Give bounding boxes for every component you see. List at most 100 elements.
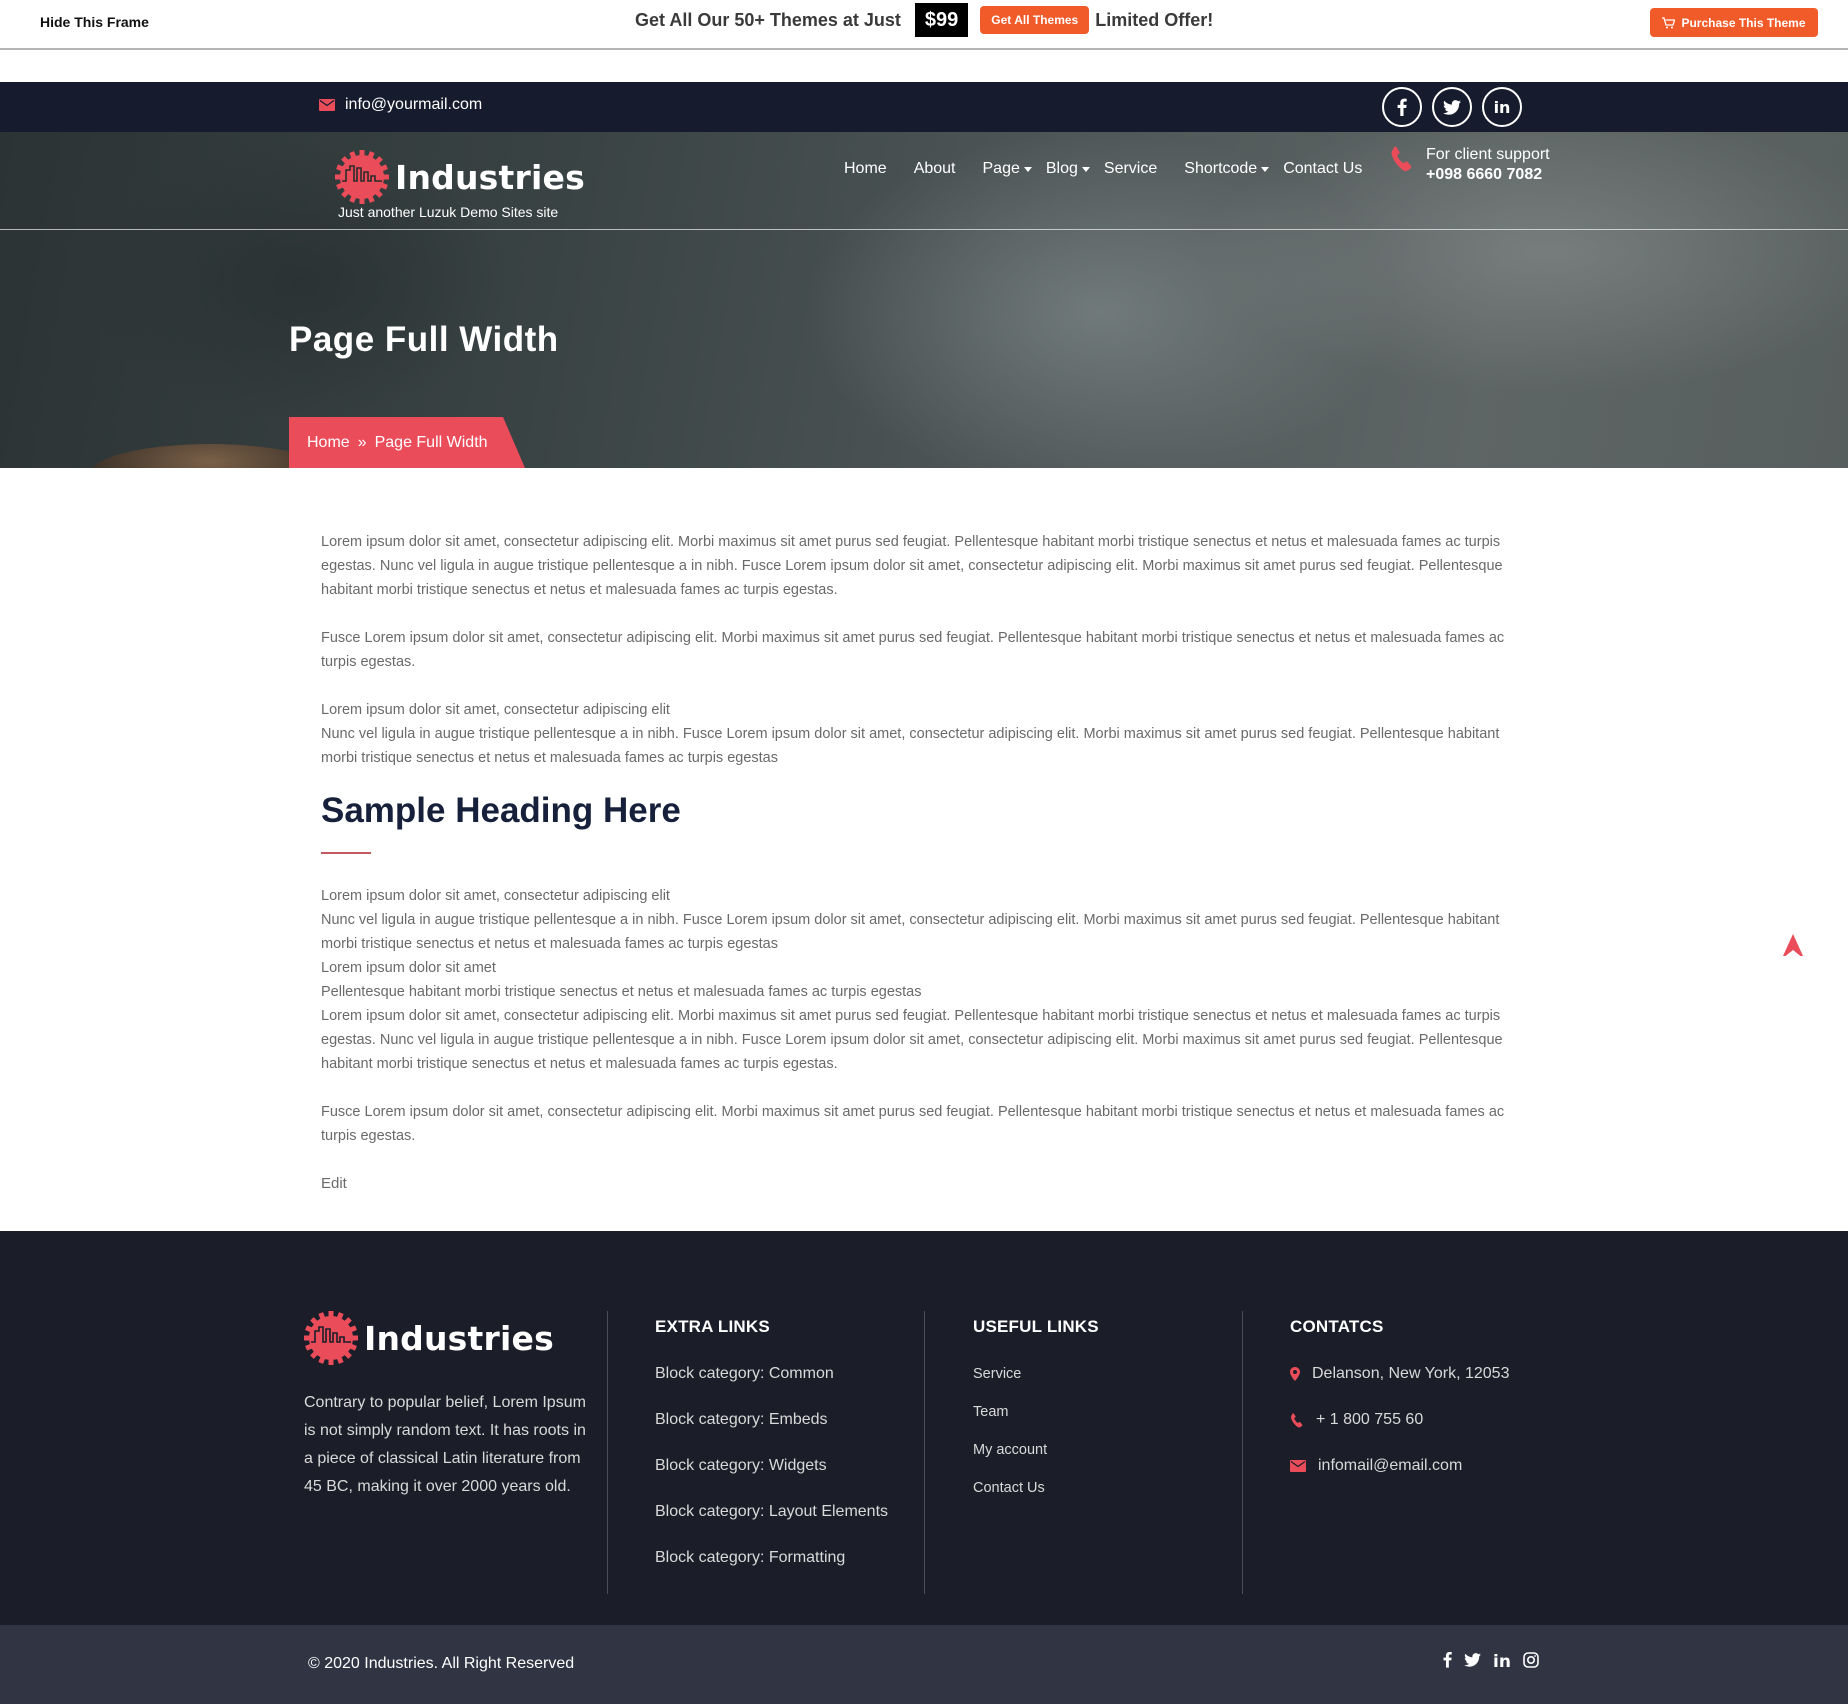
useful-links-list: Service Team My account Contact Us xyxy=(973,1355,1099,1507)
useful-link[interactable]: Team xyxy=(973,1393,1099,1431)
extra-link[interactable]: Block category: Formatting xyxy=(655,1535,888,1581)
header-divider xyxy=(0,229,1848,230)
breadcrumb-home[interactable]: Home xyxy=(307,434,350,452)
extra-links-title: EXTRA LINKS xyxy=(655,1317,770,1336)
main-nav: Home About Page Blog Service Shortcode C… xyxy=(844,160,1389,178)
page-content: Lorem ipsum dolor sit amet, consectetur … xyxy=(321,530,1521,1196)
nav-home-label: Home xyxy=(844,160,887,177)
copyright-text: © 2020 Industries. All Right Reserved xyxy=(308,1655,575,1672)
phone-icon xyxy=(1391,146,1412,171)
offer-text: Get All Our 50+ Themes at Just xyxy=(635,9,901,30)
extra-links-list: Block category: Common Block category: E… xyxy=(655,1351,888,1581)
promo-offer: Get All Our 50+ Themes at Just $99 Get A… xyxy=(635,3,1213,37)
edit-link[interactable]: Edit xyxy=(321,1172,347,1196)
site-logo[interactable]: Industries xyxy=(335,150,585,204)
nav-blog-label: Blog xyxy=(1045,160,1078,177)
phone-icon xyxy=(1290,1412,1303,1427)
footer-logo[interactable]: Industries xyxy=(304,1311,554,1365)
caret-down-icon xyxy=(1261,166,1270,172)
nav-home[interactable]: Home xyxy=(844,160,887,178)
facebook-icon[interactable] xyxy=(1382,87,1422,127)
nav-service-label: Service xyxy=(1103,160,1158,177)
get-all-themes-button[interactable]: Get All Themes xyxy=(980,6,1090,34)
nav-shortcode[interactable]: Shortcode xyxy=(1184,160,1270,178)
cart-icon xyxy=(1662,16,1676,28)
purchase-theme-button[interactable]: Purchase This Theme xyxy=(1650,8,1818,37)
section-heading: Sample Heading Here xyxy=(321,791,681,830)
contact-phone: + 1 800 755 60 xyxy=(1290,1397,1509,1443)
extra-link[interactable]: Block category: Layout Elements xyxy=(655,1489,888,1535)
extra-links-column: EXTRA LINKS Block category: Common Block… xyxy=(655,1311,888,1581)
contact-phone-text[interactable]: + 1 800 755 60 xyxy=(1316,1411,1423,1429)
footer-description: Contrary to popular belief, Lorem Ipsum … xyxy=(304,1394,586,1495)
support-phone[interactable]: +098 6660 7082 xyxy=(1426,166,1550,184)
content-block: Lorem ipsum dolor sit amet, consectetur … xyxy=(321,884,1521,1076)
nav-about-label: About xyxy=(913,160,956,177)
contacts-column: CONTATCS Delanson, New York, 12053 + 1 8… xyxy=(1290,1311,1509,1489)
site-tagline: Just another Luzuk Demo Sites site xyxy=(338,204,559,220)
content-line: Lorem ipsum dolor sit amet, consectetur … xyxy=(321,1008,1503,1072)
content-line: Nunc vel ligula in augue tristique pelle… xyxy=(321,726,1500,766)
content-paragraph: Fusce Lorem ipsum dolor sit amet, consec… xyxy=(321,1104,1505,1144)
extra-link[interactable]: Block category: Widgets xyxy=(655,1443,888,1489)
content-line: Lorem ipsum dolor sit amet, consectetur … xyxy=(321,888,670,904)
envelope-icon xyxy=(319,99,335,111)
content-paragraph-group: Lorem ipsum dolor sit amet, consectetur … xyxy=(321,698,1521,770)
envelope-icon xyxy=(1290,1460,1306,1472)
linkedin-icon[interactable]: in xyxy=(1482,87,1522,127)
gear-logo-icon xyxy=(304,1311,358,1365)
top-email-text: info@yourmail.com xyxy=(345,96,483,113)
nav-contact-us-label: Contact Us xyxy=(1283,160,1363,177)
arrow-up-icon[interactable] xyxy=(1783,934,1803,956)
nav-page[interactable]: Page xyxy=(983,160,1032,178)
contacts-title: CONTATCS xyxy=(1290,1317,1384,1336)
useful-link[interactable]: My account xyxy=(973,1431,1099,1469)
content-line: Nunc vel ligula in augue tristique pelle… xyxy=(321,912,1500,952)
limited-offer-text: Limited Offer! xyxy=(1095,9,1214,30)
nav-page-label: Page xyxy=(982,160,1020,177)
footer-divider xyxy=(1242,1311,1243,1594)
nav-service[interactable]: Service xyxy=(1104,160,1157,178)
client-support: For client support +098 6660 7082 xyxy=(1390,146,1550,184)
twitter-icon[interactable] xyxy=(1432,87,1472,127)
extra-link[interactable]: Block category: Embeds xyxy=(655,1397,888,1443)
price-badge: $99 xyxy=(914,3,969,37)
linkedin-icon[interactable]: in xyxy=(1493,1652,1511,1672)
map-pin-icon xyxy=(1290,1367,1300,1381)
footer-divider xyxy=(924,1311,925,1594)
contact-address-text: Delanson, New York, 12053 xyxy=(1312,1365,1510,1382)
heading-underline xyxy=(321,852,371,854)
footer: Industries Contrary to popular belief, L… xyxy=(0,1231,1848,1625)
extra-link[interactable]: Block category: Common xyxy=(655,1351,888,1397)
promo-frame-bar: Hide This Frame Get All Our 50+ Themes a… xyxy=(0,0,1848,50)
content-paragraph: Lorem ipsum dolor sit amet, consectetur … xyxy=(321,534,1503,598)
nav-shortcode-label: Shortcode xyxy=(1184,160,1258,177)
logo-text: Industries xyxy=(395,157,585,197)
nav-blog[interactable]: Blog xyxy=(1046,160,1090,178)
useful-link[interactable]: Contact Us xyxy=(973,1469,1099,1507)
useful-links-title: USEFUL LINKS xyxy=(973,1317,1099,1336)
footer-divider xyxy=(607,1311,608,1594)
footer-logo-text: Industries xyxy=(364,1318,554,1358)
nav-about[interactable]: About xyxy=(914,160,956,178)
breadcrumb-current: Page Full Width xyxy=(374,433,488,451)
useful-link[interactable]: Service xyxy=(973,1355,1099,1393)
content-paragraph: Fusce Lorem ipsum dolor sit amet, consec… xyxy=(321,630,1505,670)
nav-contact-us[interactable]: Contact Us xyxy=(1283,160,1362,178)
facebook-icon[interactable] xyxy=(1443,1651,1452,1673)
purchase-theme-label: Purchase This Theme xyxy=(1681,15,1806,30)
breadcrumb-separator-icon: » xyxy=(357,433,367,451)
caret-down-icon xyxy=(1023,166,1032,172)
support-label: For client support xyxy=(1426,146,1550,163)
top-social-links: in xyxy=(1382,87,1522,127)
top-email[interactable]: info@yourmail.com xyxy=(319,96,482,114)
contact-email-text[interactable]: infomail@email.com xyxy=(1318,1457,1462,1475)
content-line: Lorem ipsum dolor sit amet, consectetur … xyxy=(321,702,670,718)
contacts-list: Delanson, New York, 12053 + 1 800 755 60… xyxy=(1290,1351,1509,1489)
support-text: For client support +098 6660 7082 xyxy=(1426,146,1550,184)
hide-frame-link[interactable]: Hide This Frame xyxy=(40,14,149,30)
hero-banner: Industries Just another Luzuk Demo Sites… xyxy=(0,132,1848,468)
breadcrumb: Home » Page Full Width xyxy=(289,417,525,468)
instagram-icon[interactable] xyxy=(1523,1651,1539,1673)
twitter-icon[interactable] xyxy=(1464,1652,1481,1672)
